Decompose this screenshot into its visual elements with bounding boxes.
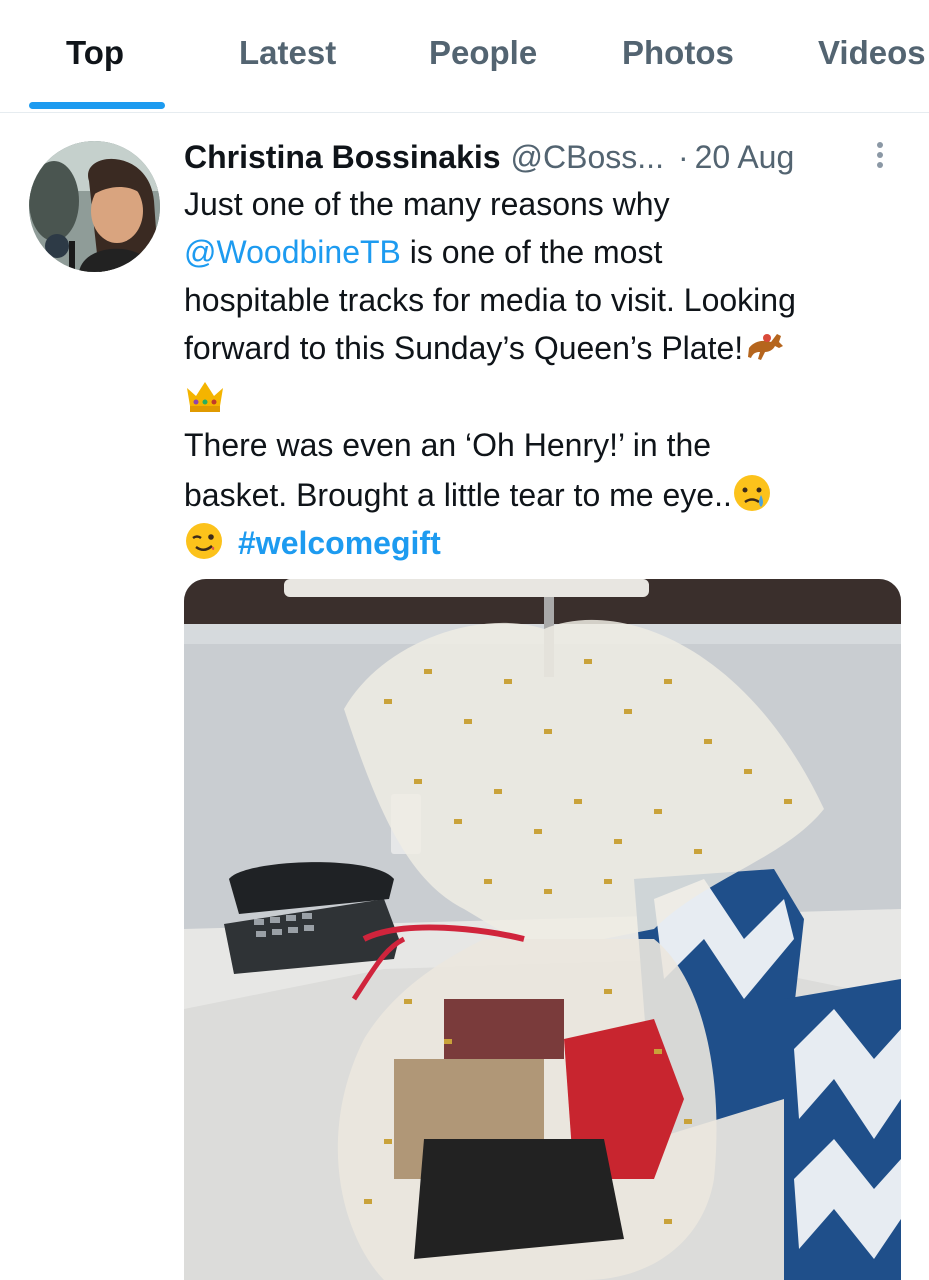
- tweet-text-line-1: Just one of the many reasons why: [184, 186, 670, 222]
- avatar[interactable]: [29, 141, 160, 272]
- tweet-text-line-4: forward to this Sunday’s Queen’s Plate!: [184, 328, 785, 373]
- mention-link[interactable]: @WoodbineTB: [184, 234, 401, 270]
- header-separator: ·: [677, 138, 689, 175]
- tweet-text-segment: is one of the most: [400, 234, 663, 270]
- tweet-header: Christina Bossinakis @CBoss... · 20 Aug: [184, 134, 794, 180]
- more-options-icon[interactable]: [870, 138, 890, 174]
- tweet-text-line-5: [184, 376, 226, 423]
- author-name[interactable]: Christina Bossinakis: [184, 139, 501, 176]
- tweet-text-line-2: @WoodbineTB is one of the most: [184, 232, 662, 272]
- hashtag-link[interactable]: #welcomegift: [238, 525, 441, 561]
- tab-videos[interactable]: Videos: [818, 34, 926, 72]
- gift-basket-photo: [184, 579, 901, 1280]
- author-handle[interactable]: @CBoss...: [511, 139, 664, 176]
- tab-people[interactable]: People: [429, 34, 537, 72]
- tab-top[interactable]: Top: [66, 34, 124, 72]
- crying-face-icon: [732, 473, 772, 522]
- tab-latest[interactable]: Latest: [239, 34, 336, 72]
- search-tabs: Top Latest People Photos Videos: [0, 0, 929, 113]
- winking-face-icon: [184, 521, 224, 570]
- tweet-text-segment: basket. Brought a little tear to me eye.…: [184, 476, 732, 513]
- tweet-date[interactable]: 20 Aug: [695, 139, 795, 176]
- tweet-text-line-8: #welcomegift: [184, 521, 441, 570]
- crown-icon: [184, 376, 226, 423]
- tweet-text-line-6: There was even an ‘Oh Henry!’ in the: [184, 427, 712, 463]
- tab-photos[interactable]: Photos: [622, 34, 734, 72]
- tweet-text-line-7: basket. Brought a little tear to me eye.…: [184, 473, 772, 522]
- active-tab-indicator: [29, 102, 165, 109]
- tweet-text-line-3: hospitable tracks for media to visit. Lo…: [184, 282, 796, 318]
- tweet-text-segment: forward to this Sunday’s Queen’s Plate!: [184, 330, 744, 366]
- tweet-media-image[interactable]: [184, 579, 901, 1280]
- avatar-photo: [29, 141, 160, 272]
- horse-racing-icon: [745, 328, 785, 373]
